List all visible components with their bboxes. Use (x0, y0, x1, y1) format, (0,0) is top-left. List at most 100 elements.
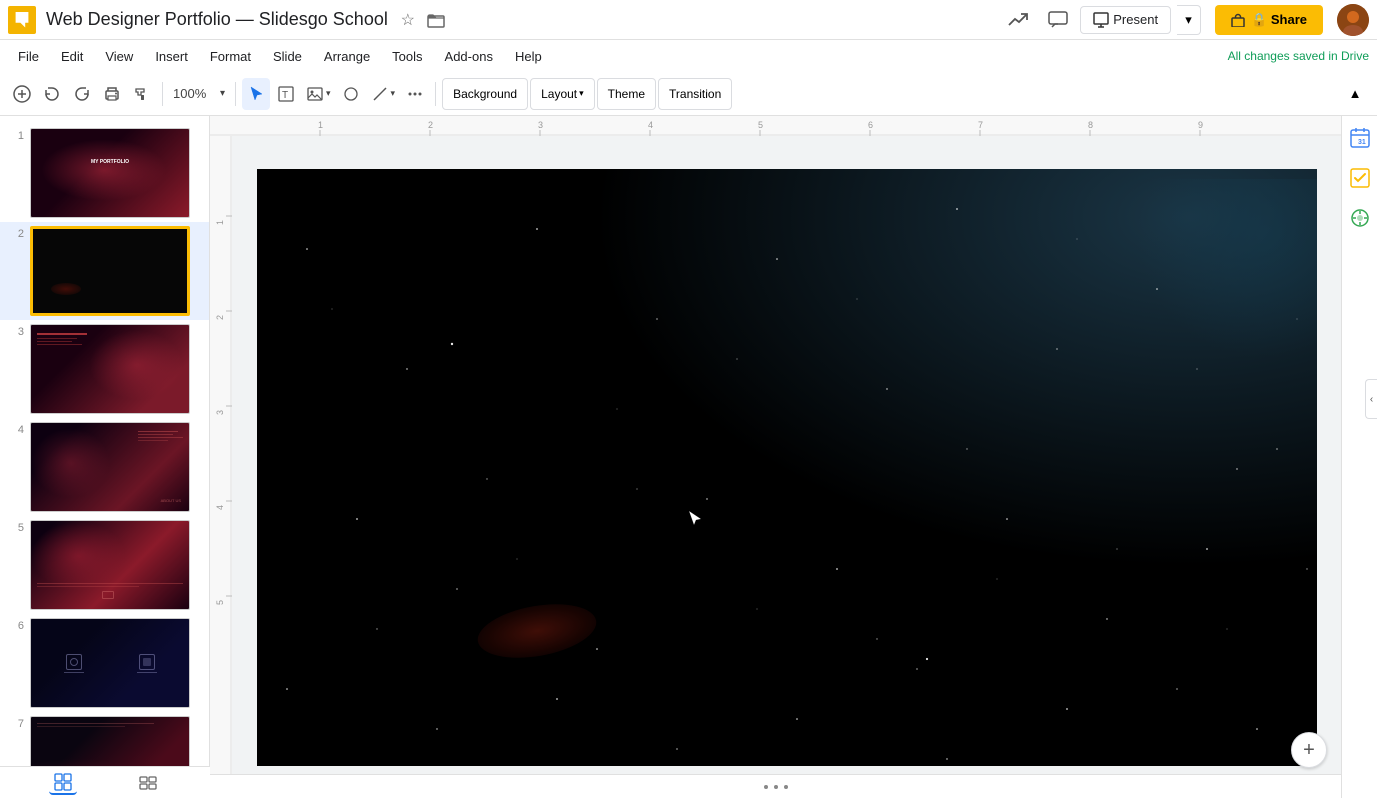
collapse-toolbar-button[interactable]: ▲ (1341, 80, 1369, 108)
slide-canvas[interactable] (257, 169, 1317, 766)
canvas-area[interactable] (232, 136, 1341, 798)
zoom-label: 100% (173, 86, 206, 101)
header-icons (1002, 4, 1074, 36)
slide-number-3: 3 (8, 324, 24, 338)
present-label: Present (1113, 12, 1158, 27)
present-dropdown[interactable]: ▾ (1177, 5, 1201, 35)
svg-text:3: 3 (538, 120, 543, 130)
slides-panel-bottom (0, 766, 210, 798)
text-tool-button[interactable]: T (272, 78, 300, 110)
svg-text:T: T (282, 90, 288, 101)
menu-view[interactable]: View (95, 45, 143, 68)
transition-button[interactable]: Transition (658, 78, 732, 110)
list-view-button[interactable] (134, 771, 162, 795)
compass-sidebar-icon[interactable] (1346, 204, 1374, 232)
image-tool-button[interactable]: ▾ (302, 78, 335, 110)
zoom-control[interactable]: 100% ▾ (169, 78, 229, 110)
svg-text:1: 1 (215, 220, 225, 225)
bottom-dot-3 (784, 785, 788, 789)
doc-title: Web Designer Portfolio — Slidesgo School (46, 9, 388, 30)
calendar-sidebar-icon[interactable]: 31 (1346, 124, 1374, 152)
share-label: 🔒 Share (1251, 12, 1307, 28)
dark-patch (1137, 179, 1317, 359)
svg-text:7: 7 (978, 120, 983, 130)
svg-text:2: 2 (215, 315, 225, 320)
separator-3 (435, 82, 436, 106)
slide-thumb-1: MY PORTFOLIO (30, 128, 190, 218)
title-icons: ☆ (398, 10, 446, 30)
menu-help[interactable]: Help (505, 45, 552, 68)
svg-text:3: 3 (215, 410, 225, 415)
svg-text:2: 2 (428, 120, 433, 130)
slide-item-2[interactable]: 2 (0, 222, 209, 320)
add-slide-icon: + (1303, 739, 1315, 762)
menu-tools[interactable]: Tools (382, 45, 432, 68)
share-button[interactable]: 🔒 Share (1215, 5, 1323, 35)
slide-item-3[interactable]: 3 (0, 320, 209, 418)
main-area: 1 MY PORTFOLIO 2 3 (0, 116, 1377, 798)
save-status: All changes saved in Drive (1228, 49, 1369, 63)
print-button[interactable] (98, 78, 126, 110)
zoom-dropdown-icon: ▾ (220, 88, 225, 99)
tasks-sidebar-icon[interactable] (1346, 164, 1374, 192)
layout-button[interactable]: Layout ▾ (530, 78, 595, 110)
slide-item-6[interactable]: 6 (0, 614, 209, 712)
grid-view-button[interactable] (49, 771, 77, 795)
paint-format-button[interactable] (128, 78, 156, 110)
titlebar: Web Designer Portfolio — Slidesgo School… (0, 0, 1377, 40)
slide-number-2: 2 (8, 226, 24, 240)
svg-text:1: 1 (318, 120, 323, 130)
menu-arrange[interactable]: Arrange (314, 45, 380, 68)
star-icon[interactable]: ☆ (398, 10, 418, 30)
collapse-icon: ▲ (1349, 86, 1362, 101)
slide-item-5[interactable]: 5 (0, 516, 209, 614)
svg-text:4: 4 (215, 505, 225, 510)
redo-button[interactable] (68, 78, 96, 110)
svg-text:4: 4 (648, 120, 653, 130)
svg-text:5: 5 (758, 120, 763, 130)
svg-text:9: 9 (1198, 120, 1203, 130)
expand-icon: ‹ (1370, 394, 1373, 405)
svg-text:6: 6 (868, 120, 873, 130)
slide-item-1[interactable]: 1 MY PORTFOLIO (0, 124, 209, 222)
undo-button[interactable] (38, 78, 66, 110)
slide-thumb-5 (30, 520, 190, 610)
bottom-dots (764, 785, 788, 789)
slide-thumb-2 (30, 226, 190, 316)
menu-edit[interactable]: Edit (51, 45, 93, 68)
slide-number-6: 6 (8, 618, 24, 632)
present-button[interactable]: Present (1080, 6, 1171, 34)
background-button[interactable]: Background (442, 78, 528, 110)
line-tool-button[interactable]: ▾ (367, 78, 400, 110)
menu-format[interactable]: Format (200, 45, 261, 68)
shape-tool-button[interactable] (337, 78, 365, 110)
expand-panel-button[interactable]: ‹ (1365, 379, 1377, 419)
slides-panel: 1 MY PORTFOLIO 2 3 (0, 116, 210, 798)
menu-slide[interactable]: Slide (263, 45, 312, 68)
image-dropdown-icon: ▾ (326, 88, 331, 99)
select-tool-button[interactable] (242, 78, 270, 110)
theme-button[interactable]: Theme (597, 78, 656, 110)
comments-icon[interactable] (1042, 4, 1074, 36)
svg-text:5: 5 (215, 600, 225, 605)
menu-file[interactable]: File (8, 45, 49, 68)
svg-text:31: 31 (1358, 139, 1366, 146)
menu-addons[interactable]: Add-ons (435, 45, 503, 68)
more-tools-button[interactable] (401, 78, 429, 110)
ruler-horizontal: 1 2 3 4 5 6 7 8 9 (210, 116, 1341, 136)
slide-thumb-3 (30, 324, 190, 414)
bottom-dot-1 (764, 785, 768, 789)
folder-icon[interactable] (426, 10, 446, 30)
trends-icon[interactable] (1002, 4, 1034, 36)
slide-number-5: 5 (8, 520, 24, 534)
menu-insert[interactable]: Insert (145, 45, 198, 68)
right-sidebar: 31 (1341, 116, 1377, 798)
user-avatar[interactable] (1337, 4, 1369, 36)
bottom-dot-2 (774, 785, 778, 789)
slide-number-4: 4 (8, 422, 24, 436)
layout-label: Layout (541, 87, 577, 101)
add-button[interactable] (8, 78, 36, 110)
slide-number-7: 7 (8, 716, 24, 730)
slide-item-4[interactable]: 4 ABOUT US (0, 418, 209, 516)
add-new-slide-button[interactable]: + (1291, 732, 1327, 768)
